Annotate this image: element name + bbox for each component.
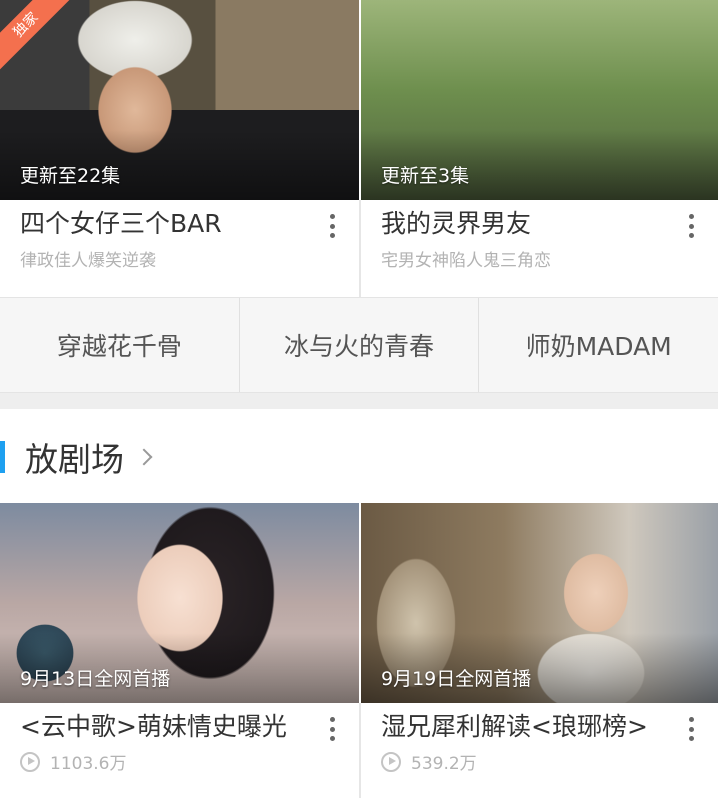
video-thumbnail[interactable]: 9月19日全网首播 [361,503,718,703]
section-gap [0,393,718,409]
play-count-value: 1103.6万 [50,754,127,774]
premiere-caption: 9月13日全网首播 [20,668,171,690]
video-card[interactable]: 更新至3集 我的灵界男友 宅男女神陷人鬼三角恋 [361,0,718,296]
video-thumbnail[interactable]: 独家 更新至22集 [0,0,359,200]
section-header[interactable]: 放剧场 [0,430,153,484]
video-title[interactable]: 湿兄犀利解读<琅琊榜> [381,711,668,743]
video-thumbnail[interactable]: 9月13日全网首播 [0,503,359,703]
video-card[interactable]: 9月13日全网首播 <云中歌>萌妹情史曝光 1103.6万 [0,503,359,798]
episode-update-caption: 更新至22集 [20,165,121,187]
video-card[interactable]: 9月19日全网首播 湿兄犀利解读<琅琊榜> 539.2万 [361,503,718,798]
chevron-right-icon[interactable] [135,448,153,466]
play-count-value: 539.2万 [411,754,477,774]
hot-tag[interactable]: 穿越花千骨 [0,298,239,392]
video-title[interactable]: <云中歌>萌妹情史曝光 [20,711,309,743]
video-subtitle: 宅男女神陷人鬼三角恋 [381,251,551,271]
section-accent-bar [0,441,5,473]
more-options-icon[interactable] [686,717,696,741]
video-thumbnail[interactable]: 更新至3集 [361,0,718,200]
episode-update-caption: 更新至3集 [381,165,470,187]
more-options-icon[interactable] [686,214,696,238]
video-title[interactable]: 我的灵界男友 [381,208,668,240]
play-count-icon [20,751,40,772]
hot-tag[interactable]: 师奶MADAM [478,298,718,392]
play-count: 1103.6万 [20,749,309,774]
more-options-icon[interactable] [327,214,337,238]
premiere-caption: 9月19日全网首播 [381,668,532,690]
video-subtitle: 律政佳人爆笑逆袭 [20,251,156,271]
video-title[interactable]: 四个女仔三个BAR [20,208,309,240]
play-count-icon [381,751,401,772]
more-options-icon[interactable] [327,717,337,741]
play-count: 539.2万 [381,749,668,774]
column-divider [359,200,361,297]
hot-tags-row: 穿越花千骨 冰与火的青春 师奶MADAM [0,297,718,393]
section-title[interactable]: 放剧场 [25,433,124,481]
column-divider [359,703,361,798]
hot-tag[interactable]: 冰与火的青春 [238,298,479,392]
video-card[interactable]: 独家 更新至22集 四个女仔三个BAR 律政佳人爆笑逆袭 [0,0,359,296]
exclusive-badge: 独家 [0,0,78,77]
